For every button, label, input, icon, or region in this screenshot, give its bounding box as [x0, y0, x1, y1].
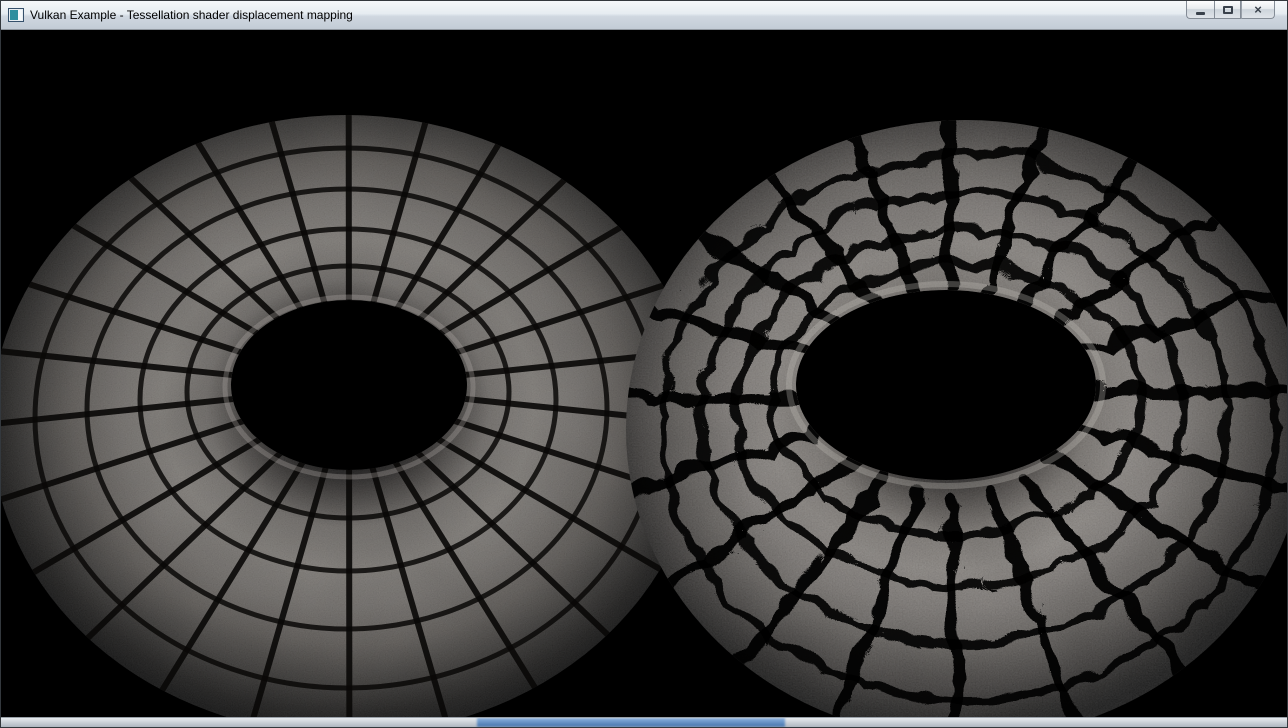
taskbar-glimpse — [477, 718, 786, 727]
maximize-button[interactable] — [1214, 1, 1241, 19]
maximize-icon — [1223, 6, 1233, 14]
window-bottom-border — [1, 717, 1287, 727]
torus-right-render — [601, 118, 1287, 717]
render-viewport[interactable] — [1, 30, 1287, 717]
window-controls: × — [1186, 1, 1275, 19]
app-window: Vulkan Example - Tessellation shader dis… — [0, 0, 1288, 728]
close-icon: × — [1254, 3, 1262, 16]
titlebar[interactable]: Vulkan Example - Tessellation shader dis… — [1, 1, 1287, 30]
vulkan-example-icon — [8, 7, 24, 23]
close-button[interactable]: × — [1241, 1, 1275, 19]
app-icon — [8, 7, 24, 23]
minimize-icon — [1196, 12, 1205, 15]
window-title: Vulkan Example - Tessellation shader dis… — [30, 8, 353, 22]
minimize-button[interactable] — [1186, 1, 1214, 19]
